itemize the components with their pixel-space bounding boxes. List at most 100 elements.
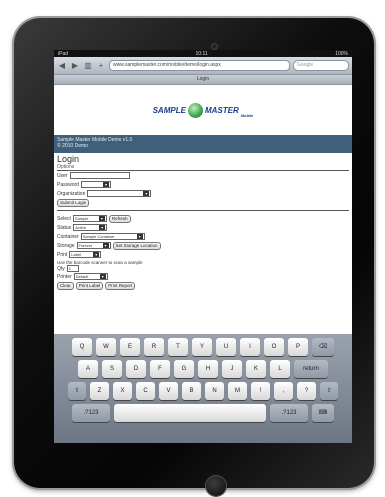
site-logo: SAMPLE MASTER Mobile: [152, 102, 254, 118]
numbers-key[interactable]: .?123: [72, 404, 110, 422]
globe-icon: [187, 102, 203, 118]
key[interactable]: O: [264, 338, 284, 356]
numbers-key[interactable]: .?123: [270, 404, 308, 422]
bookmarks-icon[interactable]: ▥: [83, 61, 93, 71]
key[interactable]: Q: [72, 338, 92, 356]
key[interactable]: M: [228, 382, 247, 400]
status-carrier: iPad: [58, 50, 69, 57]
submit-row: Submit Login: [54, 198, 352, 207]
key[interactable]: C: [136, 382, 155, 400]
storage-dropdown[interactable]: Freezer ▾: [76, 242, 111, 249]
print-report-button[interactable]: Print Report: [105, 281, 136, 290]
container-value: Sample Container: [82, 234, 115, 239]
logo-sub: Mobile: [240, 112, 254, 118]
add-bookmark-icon[interactable]: +: [96, 61, 106, 71]
keyboard-row-4: .?123 .?123 ⌨: [54, 404, 352, 422]
qty-value: 1: [68, 266, 72, 271]
key[interactable]: J: [222, 360, 242, 378]
key[interactable]: P: [288, 338, 308, 356]
key[interactable]: Z: [90, 382, 109, 400]
print-value: Label: [71, 252, 82, 257]
camera-icon: [212, 44, 217, 49]
return-key[interactable]: return: [294, 360, 328, 378]
key[interactable]: N: [205, 382, 224, 400]
select-label: Select: [57, 215, 71, 222]
key[interactable]: !: [251, 382, 270, 400]
keyboard-row-3: ⇧ Z X C V B N M ! , ? ⇧: [54, 382, 352, 400]
user-input[interactable]: [69, 172, 130, 179]
storage-row: Storage Freezer ▾ Set Storage Location: [54, 241, 352, 250]
shift-key[interactable]: ⇧: [320, 382, 338, 400]
page-heading: Login: [57, 154, 80, 164]
key[interactable]: T: [168, 338, 188, 356]
status-dropdown[interactable]: Active ▾: [73, 224, 108, 231]
home-button[interactable]: [206, 476, 226, 496]
key[interactable]: V: [159, 382, 178, 400]
refresh-button[interactable]: Refresh: [108, 214, 131, 223]
key[interactable]: F: [150, 360, 170, 378]
key[interactable]: H: [198, 360, 218, 378]
key[interactable]: X: [113, 382, 132, 400]
qty-row: Qty 1: [54, 265, 352, 272]
url-field[interactable]: www.samplemaster.com/mobile/demo/login.a…: [109, 60, 290, 71]
key[interactable]: G: [174, 360, 194, 378]
key[interactable]: ?: [297, 382, 316, 400]
qty-field[interactable]: 1: [66, 265, 79, 272]
printer-label: Printer: [57, 273, 72, 280]
key[interactable]: S: [102, 360, 122, 378]
backspace-key[interactable]: ⌫: [312, 338, 334, 356]
browser-screen: iPad 10:11 100% ◀ ▶ ▥ + www.samplemaster…: [54, 50, 352, 443]
print-row: Print Label ▾: [54, 250, 352, 259]
status-time: 10:11: [195, 50, 208, 57]
onscreen-keyboard: Q W E R T Y U I O P ⌫ A S D F G H J K L …: [54, 334, 352, 443]
scan-note: Use the barcode scanner to scan a sample: [57, 259, 143, 265]
print-label: Print: [57, 251, 68, 258]
status-value: Active: [75, 225, 87, 230]
user-row: User: [54, 171, 352, 180]
password-label: Password: [57, 181, 79, 188]
set-storage-button[interactable]: Set Storage Location: [112, 241, 161, 250]
print-dropdown[interactable]: Label ▾: [69, 251, 102, 258]
container-label: Container: [57, 233, 79, 240]
key[interactable]: I: [240, 338, 260, 356]
search-field[interactable]: Google: [293, 60, 349, 71]
logo-text-right: MASTER: [204, 105, 239, 115]
submit-login-button[interactable]: Submit Login: [57, 198, 90, 207]
user-label: User: [57, 172, 68, 179]
container-dropdown[interactable]: Sample Container ▾: [80, 233, 145, 240]
printer-value: Default: [75, 274, 89, 279]
space-key[interactable]: [114, 404, 266, 422]
forward-icon[interactable]: ▶: [70, 61, 80, 71]
container-row: Container Sample Container ▾: [54, 232, 352, 241]
site-banner: Sample Master Mobile Demo v1.0 © 2010 De…: [54, 135, 352, 153]
org-select[interactable]: ▾: [87, 190, 152, 197]
clear-button[interactable]: Clear: [57, 281, 74, 290]
status-battery: 100%: [335, 50, 348, 57]
password-select[interactable]: ▾: [80, 181, 111, 188]
key[interactable]: K: [246, 360, 266, 378]
hide-keyboard-key[interactable]: ⌨: [312, 404, 334, 422]
select-value: Sample: [74, 216, 89, 221]
print-label-button[interactable]: Print Label: [75, 281, 104, 290]
select-dropdown[interactable]: Sample ▾: [72, 215, 107, 222]
back-icon[interactable]: ◀: [57, 61, 67, 71]
key[interactable]: D: [126, 360, 146, 378]
logo-area: SAMPLE MASTER Mobile: [54, 85, 352, 135]
logo-text-left: SAMPLE: [152, 105, 186, 115]
select-row: Select Sample ▾ Refresh: [54, 214, 352, 223]
key[interactable]: B: [182, 382, 201, 400]
key[interactable]: ,: [274, 382, 293, 400]
key[interactable]: E: [120, 338, 140, 356]
key[interactable]: A: [78, 360, 98, 378]
qty-label: Qty: [57, 265, 65, 272]
status-row: Status Active ▾: [54, 223, 352, 232]
key[interactable]: Y: [192, 338, 212, 356]
shift-key[interactable]: ⇧: [68, 382, 86, 400]
printer-dropdown[interactable]: Default ▾: [73, 273, 108, 280]
key[interactable]: R: [144, 338, 164, 356]
keyboard-row-2: A S D F G H J K L return: [54, 360, 352, 378]
key[interactable]: L: [270, 360, 290, 378]
key[interactable]: W: [96, 338, 116, 356]
browser-toolbar: ◀ ▶ ▥ + www.samplemaster.com/mobile/demo…: [54, 57, 352, 75]
key[interactable]: U: [216, 338, 236, 356]
